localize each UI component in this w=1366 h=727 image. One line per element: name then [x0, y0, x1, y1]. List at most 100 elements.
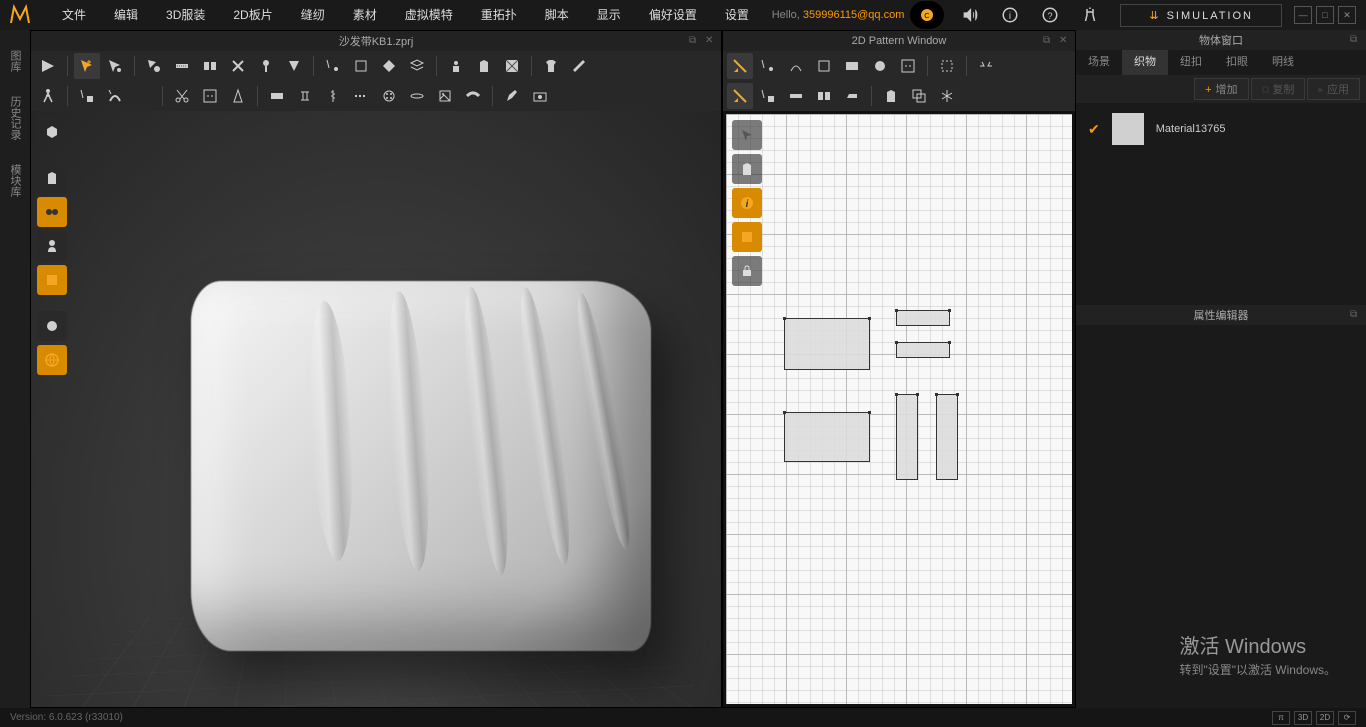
cloud-sync-icon[interactable]: C: [910, 1, 944, 29]
vp2d-cursor-icon[interactable]: [732, 120, 762, 150]
free-sew-2d-icon[interactable]: [811, 83, 837, 109]
garment-icon[interactable]: [471, 53, 497, 79]
segment-sewing-icon[interactable]: [197, 53, 223, 79]
user-email[interactable]: 359996115@qq.com: [803, 9, 904, 21]
vp-avatar-display-icon[interactable]: [37, 231, 67, 261]
menu-retopo[interactable]: 重拓扑: [467, 0, 531, 30]
seam-taping-icon[interactable]: [264, 83, 290, 109]
pattern-piece-4[interactable]: [784, 412, 870, 462]
sound-icon[interactable]: [956, 1, 984, 29]
vp2d-info-icon[interactable]: i: [732, 188, 762, 218]
pattern-piece-6[interactable]: [936, 394, 958, 480]
info-icon[interactable]: i: [996, 1, 1024, 29]
tack-icon[interactable]: [253, 53, 279, 79]
material-row[interactable]: ✔ Material13765: [1076, 103, 1366, 155]
polygon-2d-icon[interactable]: [811, 53, 837, 79]
menu-script[interactable]: 脚本: [531, 0, 583, 30]
minimize-button[interactable]: —: [1294, 6, 1312, 24]
menu-avatar[interactable]: 虚拟模特: [391, 0, 467, 30]
pattern-piece-1[interactable]: [784, 318, 870, 370]
menu-sewing[interactable]: 缝纫: [287, 0, 339, 30]
3d-pen-icon[interactable]: [499, 83, 525, 109]
flatten-icon[interactable]: [376, 53, 402, 79]
segment-sew-2d-icon[interactable]: [783, 83, 809, 109]
buttonhole-icon[interactable]: [404, 83, 430, 109]
vp2d-lock-icon[interactable]: [732, 256, 762, 286]
simulate-tool-icon[interactable]: [35, 53, 61, 79]
measure-icon[interactable]: [566, 53, 592, 79]
pattern-piece-5[interactable]: [896, 394, 918, 480]
piping-icon[interactable]: [460, 83, 486, 109]
vp2d-texture-icon[interactable]: [732, 222, 762, 252]
viewport-2d[interactable]: i: [723, 111, 1075, 707]
topstitch-icon[interactable]: [348, 83, 374, 109]
panel-close-icon[interactable]: ✕: [705, 35, 717, 47]
edit-pattern-icon[interactable]: [74, 83, 100, 109]
vp-texture-display-icon[interactable]: [37, 265, 67, 295]
pattern-piece-2[interactable]: [896, 310, 950, 326]
offset-2d-icon[interactable]: [906, 83, 932, 109]
close-button[interactable]: ✕: [1338, 6, 1356, 24]
bond-icon[interactable]: [292, 83, 318, 109]
free-sewing-icon[interactable]: [225, 53, 251, 79]
tab-button[interactable]: 纽扣: [1168, 50, 1214, 75]
edit-curve-2d-icon[interactable]: [783, 53, 809, 79]
select-move-tool-icon[interactable]: [74, 53, 100, 79]
transform-2d-icon[interactable]: [727, 83, 753, 109]
select-mesh-tool-icon[interactable]: [102, 53, 128, 79]
menu-preferences[interactable]: 偏好设置: [635, 0, 711, 30]
vp-mesh-icon[interactable]: [37, 117, 67, 147]
texture-icon[interactable]: [499, 53, 525, 79]
vp-render-icon[interactable]: [37, 311, 67, 341]
snapshot-icon[interactable]: [527, 83, 553, 109]
brush-icon[interactable]: [130, 83, 156, 109]
status-2d-button[interactable]: 2D: [1316, 711, 1334, 725]
symmetry-2d-icon[interactable]: [934, 83, 960, 109]
avatar-icon[interactable]: [1076, 1, 1104, 29]
sidebar-history[interactable]: 历史记录: [7, 96, 23, 140]
notch-2d-icon[interactable]: [973, 53, 999, 79]
dart-icon[interactable]: [225, 83, 251, 109]
panel-popout-icon[interactable]: ⧉: [1350, 309, 1362, 321]
panel-popout-icon[interactable]: ⧉: [1043, 35, 1055, 47]
trace-icon[interactable]: [102, 83, 128, 109]
menu-settings[interactable]: 设置: [711, 0, 763, 30]
cut-icon[interactable]: [169, 83, 195, 109]
panel-popout-icon[interactable]: ⧉: [1350, 34, 1362, 46]
tab-scene[interactable]: 场景: [1076, 50, 1122, 75]
vp-globe-icon[interactable]: [37, 345, 67, 375]
panel-close-icon[interactable]: ✕: [1059, 35, 1071, 47]
help-icon[interactable]: ?: [1036, 1, 1064, 29]
menu-file[interactable]: 文件: [48, 0, 100, 30]
tab-topstitch[interactable]: 明线: [1260, 50, 1306, 75]
viewport-3d[interactable]: [31, 111, 721, 707]
panel-popout-icon[interactable]: ⧉: [689, 35, 701, 47]
sidebar-library[interactable]: 图库: [7, 50, 23, 72]
fabric-2d-icon[interactable]: [878, 83, 904, 109]
menu-edit[interactable]: 编辑: [100, 0, 152, 30]
copy-button[interactable]: ⧉ 复制: [1251, 78, 1306, 100]
status-refresh-button[interactable]: ⟳: [1338, 711, 1356, 725]
trace-2d-icon[interactable]: [934, 53, 960, 79]
edit-pattern-2d-icon[interactable]: [727, 53, 753, 79]
sewing-tool-icon[interactable]: [169, 53, 195, 79]
status-pi-button[interactable]: π: [1272, 711, 1290, 725]
avatar-arrangement-icon[interactable]: [443, 53, 469, 79]
vp-surface-icon[interactable]: [37, 197, 67, 227]
menu-2d-pattern[interactable]: 2D板片: [219, 0, 286, 30]
shirt-icon[interactable]: [538, 53, 564, 79]
iron-2d-icon[interactable]: [839, 83, 865, 109]
zipper-icon[interactable]: [320, 83, 346, 109]
tab-fabric[interactable]: 织物: [1122, 50, 1168, 75]
internal-line-icon[interactable]: [197, 83, 223, 109]
fold-icon[interactable]: [281, 53, 307, 79]
internal-2d-icon[interactable]: [895, 53, 921, 79]
circle-2d-icon[interactable]: [867, 53, 893, 79]
maximize-button[interactable]: □: [1316, 6, 1334, 24]
sidebar-modules[interactable]: 模块库: [7, 164, 23, 197]
button-icon[interactable]: [376, 83, 402, 109]
add-button[interactable]: +增加: [1194, 78, 1248, 100]
sew-edit-2d-icon[interactable]: [755, 83, 781, 109]
menu-3d-garment[interactable]: 3D服装: [152, 0, 219, 30]
simulation-button[interactable]: ⇊SIMULATION: [1120, 4, 1282, 27]
